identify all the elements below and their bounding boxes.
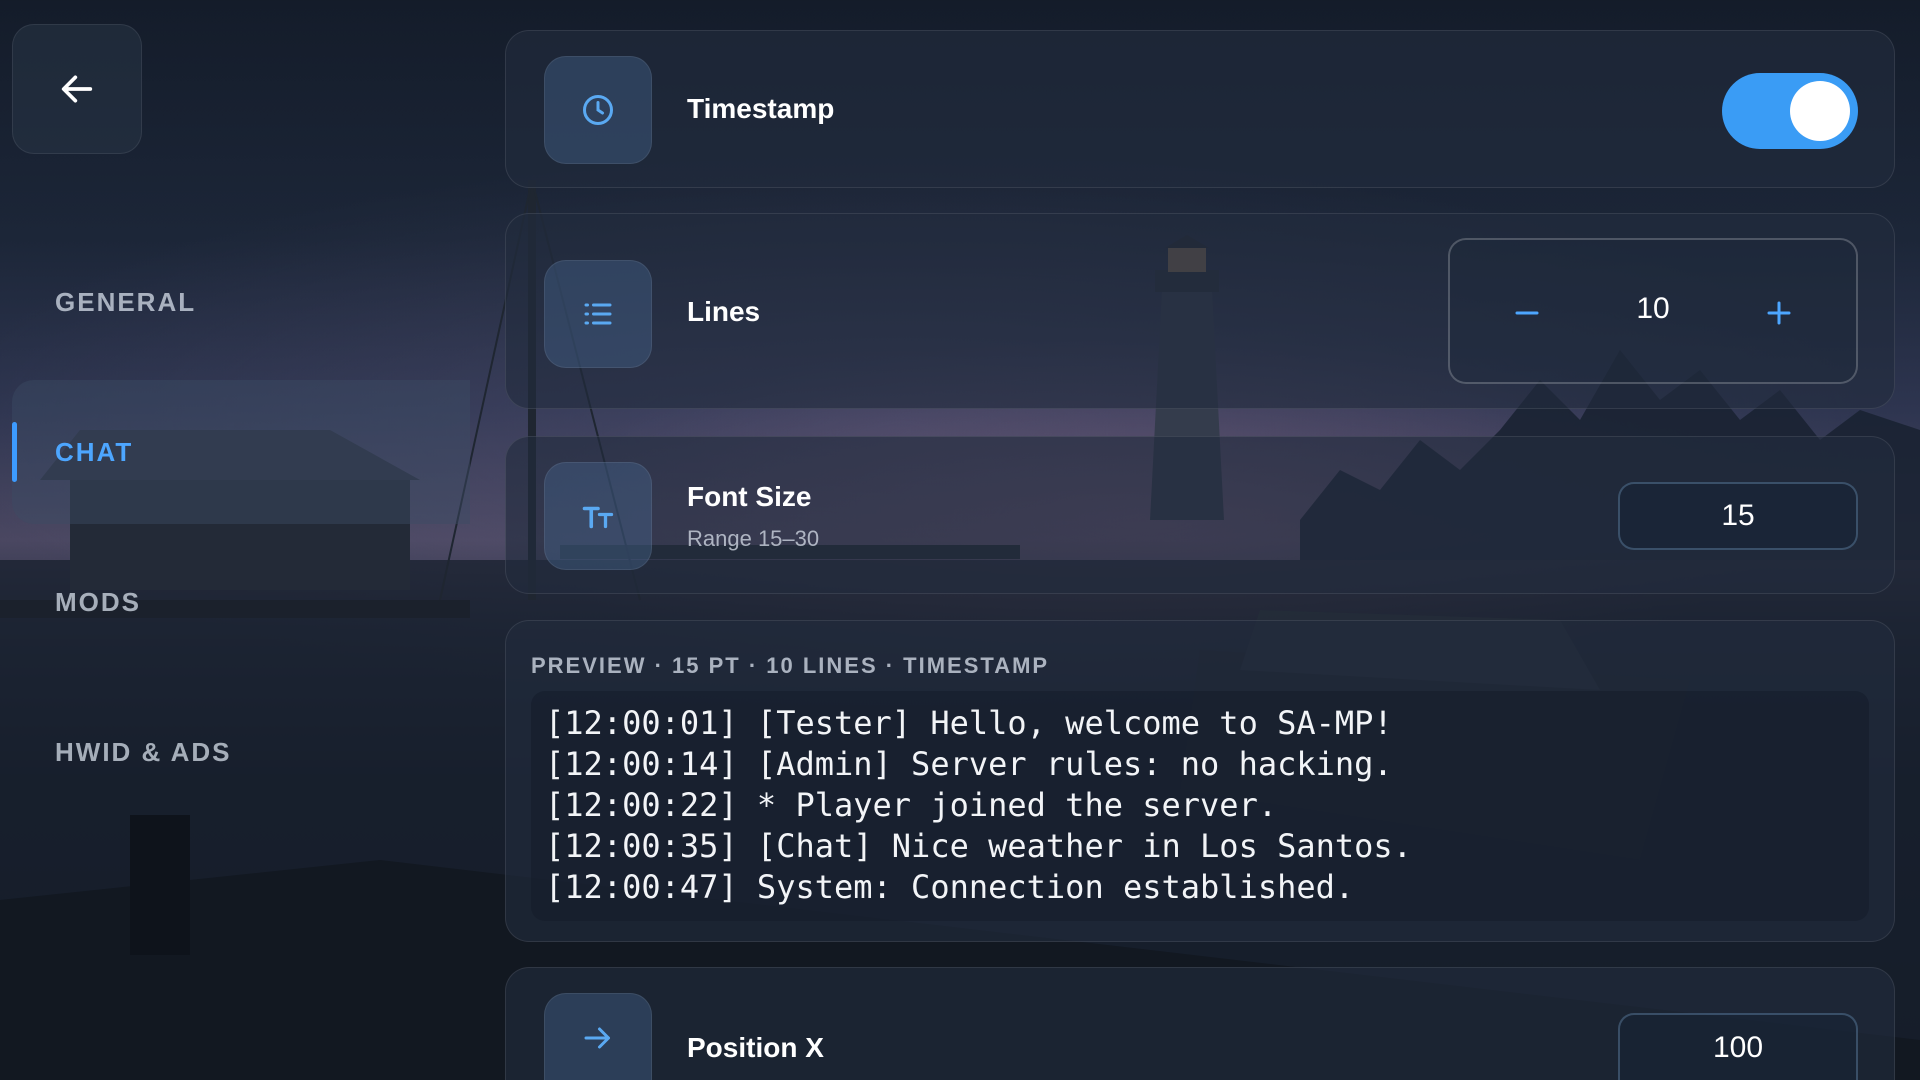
position-x-input[interactable]: 100: [1618, 1013, 1858, 1080]
timestamp-label: Timestamp: [687, 93, 835, 124]
text-size-icon: [582, 506, 614, 529]
plus-icon: [1767, 301, 1791, 325]
arrow-right-icon: [584, 1027, 610, 1048]
preview-line: [12:00:01] [Tester] Hello, welcome to SA…: [545, 704, 1393, 742]
sidebar-item-label: HWID & ADS: [55, 736, 232, 767]
preview-title: PREVIEW · 15 PT · 10 LINES · TIMESTAMP: [531, 653, 1050, 678]
lines-icon-box: [544, 260, 652, 368]
chat-preview-card: PREVIEW · 15 PT · 10 LINES · TIMESTAMP […: [505, 620, 1895, 942]
font-size-setting-card: Font Size Range 15–30 15: [505, 436, 1895, 594]
font-size-label: Font Size: [687, 481, 812, 512]
sidebar-item-hwid-ads[interactable]: HWID & ADS: [0, 680, 470, 824]
sidebar-item-mods[interactable]: MODS: [0, 530, 470, 674]
toggle-knob: [1790, 81, 1850, 141]
preview-line: [12:00:47] System: Connection establishe…: [545, 868, 1355, 906]
lines-label: Lines: [687, 296, 761, 327]
position-x-icon-box: [544, 993, 652, 1080]
font-size-input[interactable]: 15: [1618, 482, 1858, 550]
sidebar-item-label: GENERAL: [55, 286, 197, 317]
preview-line: [12:00:14] [Admin] Server rules: no hack…: [545, 745, 1393, 783]
timestamp-setting-card: Timestamp: [505, 30, 1895, 188]
increment-button[interactable]: [1754, 288, 1804, 338]
preview-box: [12:00:01] [Tester] Hello, welcome to SA…: [531, 691, 1869, 921]
font-size-range: Range 15–30: [687, 526, 820, 551]
sidebar-item-label: CHAT: [55, 436, 134, 467]
preview-line: [12:00:22] * Player joined the server.: [545, 786, 1278, 824]
sidebar-item-chat[interactable]: CHAT: [12, 380, 470, 524]
list-icon: [584, 303, 612, 325]
lines-stepper: 10: [1448, 238, 1858, 384]
arrow-left-icon: [61, 75, 93, 103]
font-size-icon-box: [544, 462, 652, 570]
preview-line: [12:00:35] [Chat] Nice weather in Los Sa…: [545, 827, 1412, 865]
back-button[interactable]: [12, 24, 142, 154]
lines-setting-card: Lines 10: [505, 213, 1895, 409]
sidebar-item-general[interactable]: GENERAL: [0, 230, 470, 374]
timestamp-icon-box: [544, 56, 652, 164]
sidebar-item-label: MODS: [55, 586, 141, 617]
timestamp-toggle[interactable]: [1722, 73, 1858, 149]
position-x-setting-card: Position X 100: [505, 967, 1895, 1080]
clock-icon: [583, 95, 613, 125]
sidebar-nav: GENERAL CHAT MODS HWID & ADS: [0, 230, 470, 830]
position-x-label: Position X: [687, 1032, 824, 1063]
